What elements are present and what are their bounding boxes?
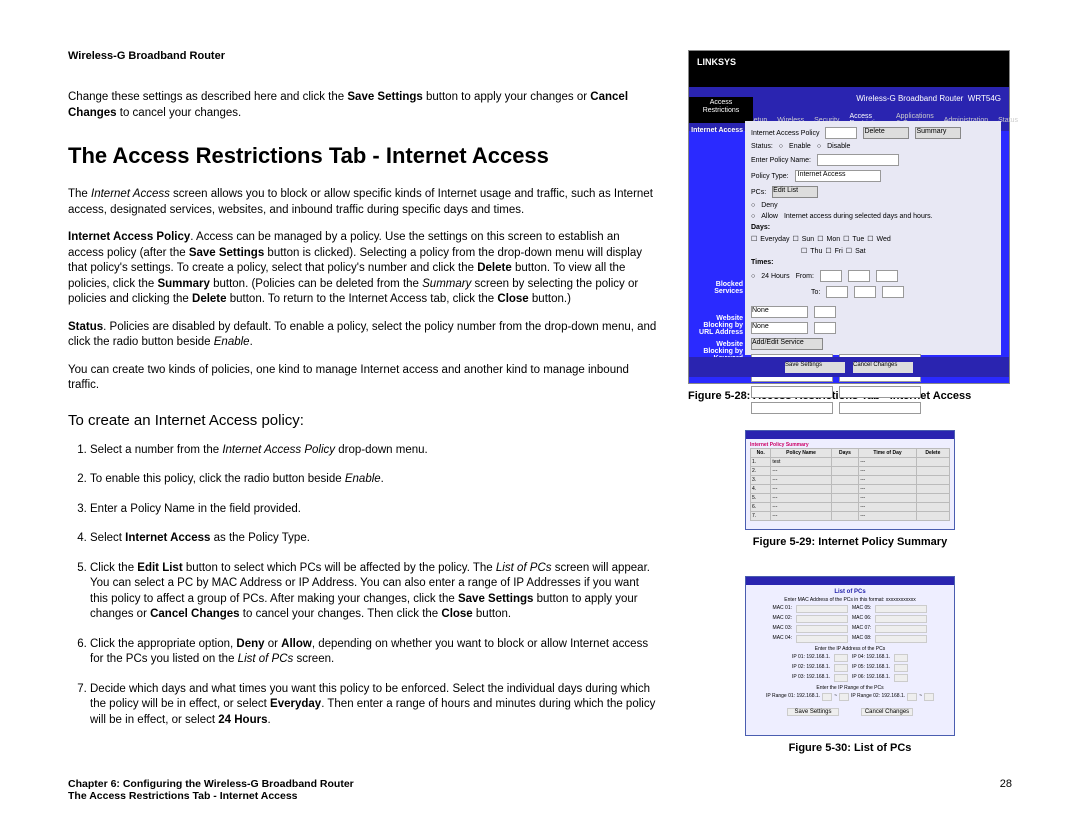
- figure-5-29: Internet Policy Summary No.Policy NameDa…: [745, 430, 955, 530]
- fig30-save: Save Settings: [787, 708, 839, 716]
- brand: LINKSYS: [697, 57, 736, 67]
- lbl: Internet Access Policy: [751, 130, 819, 137]
- lbl: Policy Type:: [751, 173, 789, 180]
- side-tab: Access Restrictions: [689, 97, 753, 123]
- summary-btn: Summary: [915, 127, 961, 139]
- lbl: Fri: [835, 248, 843, 255]
- left-label: Blocked Services: [691, 281, 743, 295]
- model: WRT54G: [968, 94, 1001, 103]
- sub-title: To create an Internet Access policy:: [68, 412, 658, 429]
- footer-sub: The Access Restrictions Tab - Internet A…: [68, 790, 1012, 802]
- para-3: Status. Policies are disabled by default…: [68, 320, 658, 351]
- lbl: Sat: [855, 248, 866, 255]
- config-body: Internet Access Policy Delete Summary Stat…: [745, 121, 1001, 355]
- lbl: Allow: [761, 213, 778, 220]
- footer-chapter: Chapter 6: Configuring the Wireless-G Br…: [68, 778, 1012, 790]
- step-6: Click the appropriate option, Deny or Al…: [90, 637, 658, 668]
- intro-para: Change these settings as described here …: [68, 90, 658, 121]
- fig30-cancel: Cancel Changes: [861, 708, 913, 716]
- para-4: You can create two kinds of policies, on…: [68, 363, 658, 394]
- footer: Chapter 6: Configuring the Wireless-G Br…: [68, 778, 1012, 802]
- lbl: To:: [811, 289, 820, 296]
- lbl: Thu: [810, 248, 822, 255]
- step-1: Select a number from the Internet Access…: [90, 443, 658, 459]
- steps-list: Select a number from the Internet Access…: [68, 443, 658, 729]
- policy-type-val: Internet Access: [795, 170, 881, 182]
- step-5: Click the Edit List button to select whi…: [90, 561, 658, 623]
- save-btn: Save Settings: [785, 362, 845, 373]
- figure-5-28: LINKSYS Wireless-G Broadband Router WRT5…: [688, 50, 1010, 384]
- cancel-btn: Cancel Changes: [853, 362, 913, 373]
- lbl: Disable: [827, 143, 850, 150]
- product-name: Wireless-G Broadband Router: [856, 94, 963, 103]
- figure-5-30: List of PCs Enter MAC Address of the PCs…: [745, 576, 955, 736]
- lbl: Wed: [877, 236, 891, 243]
- step-4: Select Internet Access as the Policy Typ…: [90, 531, 658, 547]
- editlist-btn: Edit List: [772, 186, 818, 198]
- lbl: 24 Hours: [761, 273, 789, 280]
- fig29-title: Internet Policy Summary: [750, 442, 809, 448]
- lbl: Tue: [852, 236, 864, 243]
- lbl: Mon: [827, 236, 841, 243]
- lbl: Everyday: [760, 236, 789, 243]
- doc-header: Wireless-G Broadband Router: [68, 50, 658, 62]
- left-label: Internet Access: [691, 127, 743, 134]
- fig30-title: List of PCs: [750, 589, 950, 595]
- tab: Status: [998, 117, 1018, 124]
- fig-30-caption: Figure 5-30: List of PCs: [688, 742, 1012, 754]
- step-3: Enter a Policy Name in the field provide…: [90, 502, 658, 518]
- step-7: Decide which days and what times you wan…: [90, 682, 658, 729]
- lbl: PCs:: [751, 189, 766, 196]
- lbl: Enable: [789, 143, 811, 150]
- lbl: Internet access during selected days and…: [784, 213, 933, 220]
- lbl: Status:: [751, 143, 773, 150]
- para-2: Internet Access Policy. Access can be ma…: [68, 230, 658, 308]
- lbl: Enter Policy Name:: [751, 157, 811, 164]
- step-2: To enable this policy, click the radio b…: [90, 472, 658, 488]
- left-label: Website Blocking by URL Address: [691, 315, 743, 336]
- range-label: Enter the IP Range of the PCs: [750, 685, 950, 691]
- lbl: From:: [796, 273, 814, 280]
- addedit-btn: Add/Edit Service: [751, 338, 823, 350]
- page-number: 28: [1000, 778, 1012, 790]
- section-title: The Access Restrictions Tab - Internet A…: [68, 143, 658, 169]
- lbl: Times:: [751, 259, 773, 266]
- para-1: The Internet Access screen allows you to…: [68, 187, 658, 218]
- ip-label: Enter the IP Address of the PCs: [750, 646, 950, 652]
- fig-29-caption: Figure 5-29: Internet Policy Summary: [688, 536, 1012, 548]
- delete-btn: Delete: [863, 127, 909, 139]
- lbl: Sun: [802, 236, 814, 243]
- mac-label: Enter MAC Address of the PCs in this for…: [750, 597, 950, 603]
- summary-table: No.Policy NameDaysTime of DayDelete 1.te…: [750, 448, 950, 521]
- lbl: Days:: [751, 224, 770, 231]
- lbl: Deny: [761, 202, 777, 209]
